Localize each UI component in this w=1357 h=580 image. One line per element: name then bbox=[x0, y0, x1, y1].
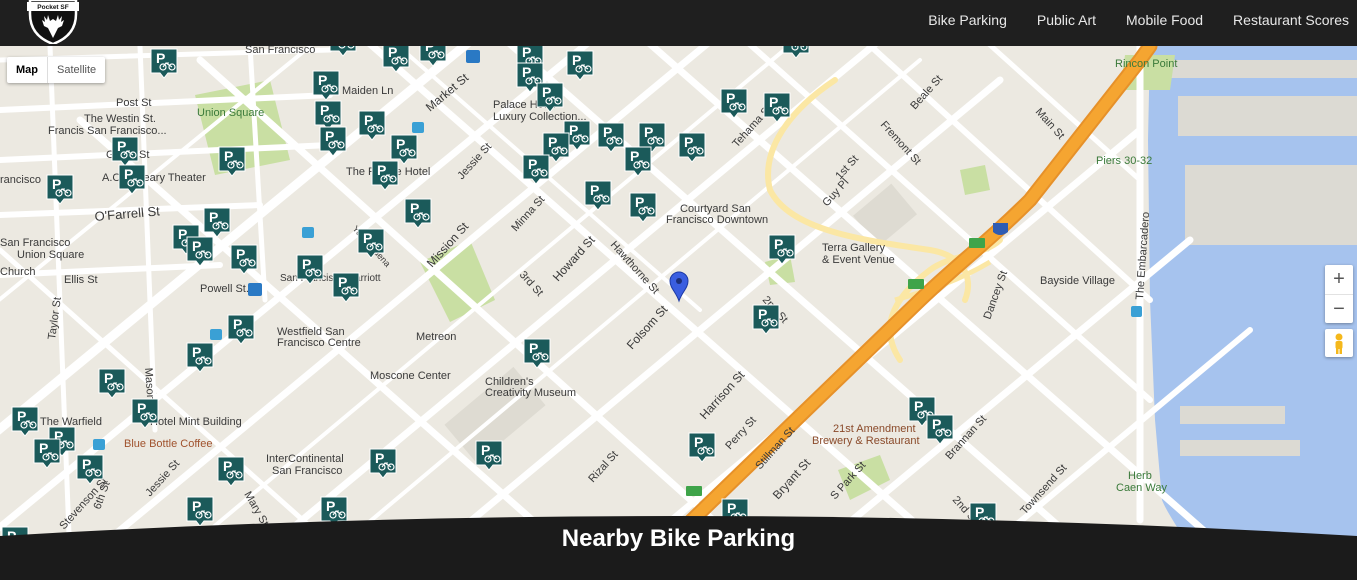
bike-parking-marker[interactable]: P bbox=[46, 174, 74, 205]
bike-parking-marker[interactable]: P bbox=[131, 398, 159, 429]
bike-parking-marker[interactable]: P bbox=[678, 132, 706, 163]
bike-parking-marker[interactable]: P bbox=[186, 342, 214, 373]
logo-text: Pocket SF bbox=[37, 4, 68, 11]
bike-parking-marker[interactable]: P bbox=[419, 46, 447, 67]
bike-parking-marker[interactable]: P bbox=[584, 180, 612, 211]
bike-parking-marker[interactable]: P bbox=[150, 48, 178, 79]
bike-parking-marker[interactable]: P bbox=[217, 456, 245, 487]
bike-parking-marker[interactable]: P bbox=[720, 88, 748, 119]
bike-parking-marker[interactable]: P bbox=[688, 432, 716, 463]
bike-parking-marker[interactable]: P bbox=[98, 368, 126, 399]
bike-parking-marker[interactable]: P bbox=[926, 414, 954, 445]
bike-parking-marker[interactable]: P bbox=[629, 192, 657, 223]
bike-parking-marker[interactable]: P bbox=[312, 70, 340, 101]
bike-parking-marker[interactable]: P bbox=[597, 122, 625, 153]
pocket-sf-logo[interactable]: Pocket SF bbox=[24, 0, 82, 44]
bike-parking-marker[interactable]: P bbox=[76, 454, 104, 485]
zoom-control: + − bbox=[1325, 265, 1353, 323]
bike-parking-marker[interactable]: P bbox=[332, 272, 360, 303]
footer-title: Nearby Bike Parking bbox=[561, 525, 796, 552]
bike-parking-marker[interactable]: P bbox=[230, 244, 258, 275]
bike-parking-marker[interactable]: P bbox=[763, 92, 791, 123]
bike-parking-marker[interactable]: P bbox=[566, 50, 594, 81]
map-canvas[interactable]: San Francisco Maiden Ln Post St Union Sq… bbox=[0, 46, 1357, 580]
bike-parking-marker[interactable]: P bbox=[752, 304, 780, 335]
bike-parking-marker[interactable]: P bbox=[624, 146, 652, 177]
map-type-map-button[interactable]: Map bbox=[7, 57, 47, 83]
bike-parking-marker[interactable]: P bbox=[314, 100, 342, 131]
bike-parking-marker[interactable]: P bbox=[390, 134, 418, 165]
bike-parking-marker[interactable]: P bbox=[33, 438, 61, 469]
map-type-satellite-button[interactable]: Satellite bbox=[47, 57, 105, 83]
bike-parking-marker[interactable]: P bbox=[782, 46, 810, 59]
nav-public-art[interactable]: Public Art bbox=[1037, 12, 1096, 28]
bike-parking-marker[interactable]: P bbox=[329, 46, 357, 57]
street-view-pegman-icon[interactable] bbox=[1325, 329, 1353, 357]
zoom-in-button[interactable]: + bbox=[1325, 265, 1353, 294]
bike-parking-marker[interactable]: P bbox=[218, 146, 246, 177]
bike-parking-marker[interactable]: P bbox=[111, 136, 139, 167]
map-type-control: Map Satellite bbox=[7, 57, 106, 83]
nav-bike-parking[interactable]: Bike Parking bbox=[928, 12, 1007, 28]
nav-mobile-food[interactable]: Mobile Food bbox=[1126, 12, 1203, 28]
bike-parking-marker[interactable]: P bbox=[522, 154, 550, 185]
bike-parking-marker[interactable]: P bbox=[536, 82, 564, 113]
bike-parking-marker[interactable]: P bbox=[296, 254, 324, 285]
bike-parking-marker[interactable]: P bbox=[11, 406, 39, 437]
bike-parking-marker[interactable]: P bbox=[358, 110, 386, 141]
bike-parking-markers: P P P P P P P P P P P P P P P P P P P P … bbox=[1, 46, 997, 557]
bike-parking-marker[interactable]: P bbox=[203, 207, 231, 238]
bike-parking-marker[interactable]: P bbox=[186, 236, 214, 267]
bike-parking-marker[interactable]: P bbox=[404, 198, 432, 229]
bike-parking-marker[interactable]: P bbox=[475, 440, 503, 471]
nav-restaurant-scores[interactable]: Restaurant Scores bbox=[1233, 12, 1349, 28]
bike-parking-marker[interactable]: P bbox=[369, 448, 397, 479]
bike-parking-marker[interactable]: P bbox=[371, 160, 399, 191]
bike-parking-marker[interactable]: P bbox=[523, 338, 551, 369]
main-nav: Bike Parking Public Art Mobile Food Rest… bbox=[928, 0, 1357, 40]
bike-parking-marker[interactable]: P bbox=[357, 228, 385, 259]
bike-parking-marker[interactable]: P bbox=[118, 164, 146, 195]
zoom-out-button[interactable]: − bbox=[1325, 294, 1353, 324]
bike-parking-marker[interactable]: P bbox=[227, 314, 255, 345]
bike-parking-marker[interactable]: P bbox=[768, 234, 796, 265]
bike-parking-marker[interactable]: P bbox=[382, 46, 410, 73]
top-bar: Pocket SF Bike Parking Public Art Mobile… bbox=[0, 0, 1357, 46]
bike-parking-marker[interactable]: P bbox=[319, 126, 347, 157]
